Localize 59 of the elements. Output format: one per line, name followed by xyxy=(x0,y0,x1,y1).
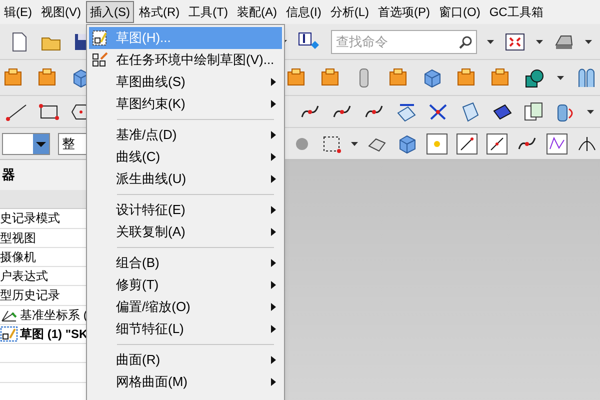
navigator-label: 型历史记录 xyxy=(0,287,60,304)
navigator-label: 史记录模式 xyxy=(0,210,60,228)
menu-item-label: 草图约束(K) xyxy=(116,95,186,114)
menu-bar-item[interactable]: 格式(R) xyxy=(135,1,184,23)
menu-item-label: 组合(B) xyxy=(116,254,160,272)
caret-icon[interactable] xyxy=(351,142,358,146)
navigator-label: 摄像机 xyxy=(0,248,36,266)
menu-item[interactable]: 偏置/缩放(O) xyxy=(89,296,282,318)
sketch-task-icon xyxy=(92,52,108,68)
menu-item-label: 草图曲线(S) xyxy=(116,73,186,92)
caret-icon[interactable] xyxy=(587,110,594,114)
caret-icon[interactable] xyxy=(557,76,564,80)
search-icon[interactable] xyxy=(459,34,473,48)
menu-item-label: 修剪(T) xyxy=(116,276,160,294)
menu-bar-item[interactable]: 信息(I) xyxy=(282,1,326,23)
menu-item-label: 派生曲线(U) xyxy=(116,170,188,188)
menu-item[interactable]: 修剪(T) xyxy=(89,274,282,296)
menu-item[interactable]: 组合(B) xyxy=(89,252,282,274)
menu-item-label: 细节特征(L) xyxy=(116,320,185,338)
menu-item-label: 网格曲面(M) xyxy=(116,373,188,392)
menu-bar-item[interactable]: 插入(S) xyxy=(86,1,134,23)
menu-item[interactable]: 草图约束(K) xyxy=(89,93,282,115)
navigator-label: 户表达式 xyxy=(0,268,48,286)
menu-item-label: 偏置/缩放(O) xyxy=(116,298,192,316)
navigator-label: 型视图 xyxy=(0,230,36,247)
caret-icon[interactable] xyxy=(487,40,494,44)
menu-bar-item[interactable]: 视图(V) xyxy=(37,1,85,23)
navigator-label: 草图 (1) "SK xyxy=(20,326,88,343)
menu-item-label: 基准/点(D) xyxy=(116,126,178,144)
menu-item-label: 在任务环境中绘制草图(V)... xyxy=(116,51,276,70)
menu-item[interactable]: 网格曲面(M) xyxy=(89,371,282,393)
menu-bar-item[interactable]: 辑(E) xyxy=(0,1,36,23)
menu-bar-item[interactable]: 分析(L) xyxy=(326,1,373,23)
menu-bar-item[interactable]: 装配(A) xyxy=(233,1,281,23)
menu-bar-item[interactable]: 首选项(P) xyxy=(374,1,434,23)
type-filter-dropdown[interactable] xyxy=(2,132,50,154)
menu-item[interactable]: 设计特征(E) xyxy=(89,199,282,221)
search-field[interactable]: 查找命令 xyxy=(331,30,477,54)
menu-bar-item[interactable]: GC工具箱 xyxy=(485,1,548,23)
frames-icon[interactable] xyxy=(523,100,545,122)
menu-item[interactable]: 曲面(R) xyxy=(89,349,282,371)
shape-icon[interactable] xyxy=(523,66,545,88)
spline-icon[interactable] xyxy=(546,132,568,154)
menu-item-label: 草图(H)... xyxy=(116,29,172,48)
menu-item-label: 曲面(R) xyxy=(116,351,162,370)
menu-item-label: 设计特征(E) xyxy=(116,201,186,220)
menu-item[interactable]: 草图曲线(S) xyxy=(89,71,282,93)
sketch-icon xyxy=(0,326,18,342)
sketch-icon xyxy=(92,30,108,46)
fit-view-icon[interactable] xyxy=(504,30,526,52)
caret-icon[interactable] xyxy=(585,40,592,44)
menu-item[interactable]: 在任务环境中绘制草图(V)... xyxy=(89,49,282,71)
menu-item[interactable]: 关联复制(A) xyxy=(89,221,282,243)
menu-item-label: 关联复制(A) xyxy=(116,223,186,242)
menu-bar-item[interactable]: 窗口(O) xyxy=(435,1,484,23)
menu-bar-item[interactable]: 工具(T) xyxy=(184,1,232,23)
caret-icon[interactable] xyxy=(536,40,543,44)
menu-item[interactable]: 细节特征(L) xyxy=(89,318,282,340)
point-icon[interactable] xyxy=(426,132,448,154)
